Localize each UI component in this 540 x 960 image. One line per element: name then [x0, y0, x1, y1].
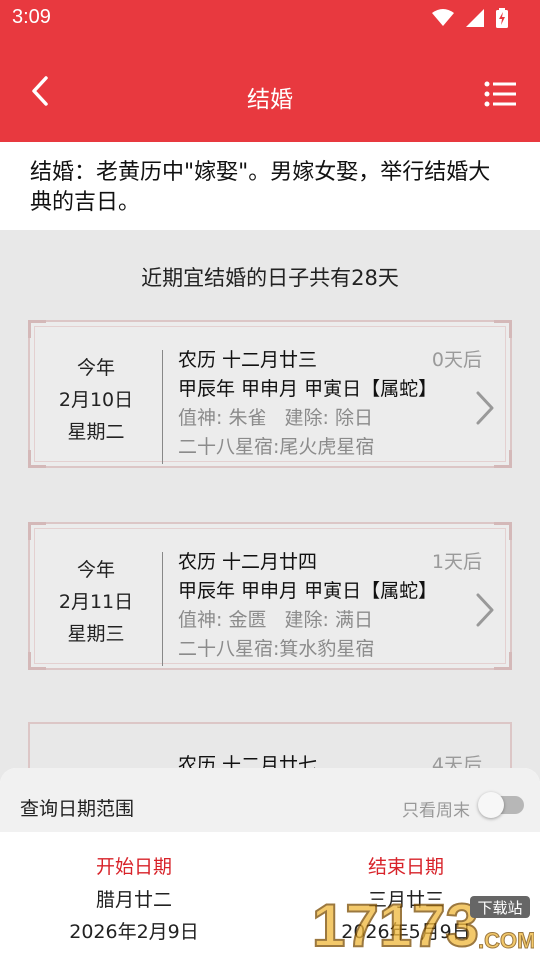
card-ganzhi: 甲辰年 甲申月 甲寅日【属蛇】 [178, 580, 438, 602]
card-corner-ornament [28, 450, 46, 468]
card-weekday: 星期二 [67, 421, 125, 443]
start-solar-date: 2026年2月9日 [69, 921, 199, 943]
app-bar: 结婚 [0, 36, 540, 142]
card-corner-ornament [28, 522, 46, 540]
card-weekday: 星期三 [67, 623, 125, 645]
wifi-icon [432, 9, 454, 26]
card-mansion: 二十八星宿:箕水豹星宿 [178, 638, 375, 660]
battery-icon [496, 8, 508, 28]
card-days-offset: 1天后 [431, 551, 482, 573]
weekend-only-toggle[interactable] [478, 792, 524, 818]
card-year: 今年 [76, 559, 115, 581]
description-text: 结婚：老黄历中"嫁娶"。男嫁女娶，举行结婚大典的吉日。 [0, 142, 540, 230]
card-date: 今年 2月10日 星期二 [30, 352, 162, 448]
card-duty-gods: 值神: 金匮 建除: 满日 [178, 609, 374, 631]
card-divider [162, 552, 163, 666]
date-range-label: 查询日期范围 [20, 798, 135, 820]
chevron-right-icon [476, 593, 494, 627]
card-corner-ornament [494, 522, 512, 540]
card-corner-ornament [28, 652, 46, 670]
card-mansion: 二十八星宿:尾火虎星宿 [178, 436, 375, 458]
watermark-digits: 17173 [312, 892, 479, 954]
signal-icon [466, 9, 484, 27]
card-corner-ornament [28, 320, 46, 338]
chevron-right-icon [476, 391, 494, 425]
card-duty-gods: 值神: 朱雀 建除: 除日 [178, 407, 374, 429]
card-corner-ornament [494, 450, 512, 468]
date-range-header: 查询日期范围 只看周末 [0, 768, 540, 832]
card-solar-date: 2月10日 [58, 389, 134, 411]
card-date: 今年 2月11日 星期三 [30, 554, 162, 650]
day-card[interactable]: 今年 2月11日 星期三 农历 十二月廿四 甲辰年 甲申月 甲寅日【属蛇】 值神… [28, 522, 512, 670]
toggle-knob [478, 792, 504, 818]
end-date-label: 结束日期 [367, 856, 444, 878]
page-title: 结婚 [247, 87, 293, 113]
card-corner-ornament [494, 652, 512, 670]
list-menu-icon[interactable] [484, 80, 516, 108]
start-date-picker[interactable]: 开始日期 腊月廿二 2026年2月9日 [34, 852, 234, 948]
card-corner-ornament [494, 320, 512, 338]
card-days-offset: 0天后 [431, 349, 482, 371]
day-card[interactable]: 今年 2月10日 星期二 农历 十二月廿三 甲辰年 甲申月 甲寅日【属蛇】 值神… [28, 320, 512, 468]
watermark-badge: 下载站 [477, 899, 522, 917]
auspicious-days-count: 近期宜结婚的日子共有28天 [141, 266, 399, 290]
card-ganzhi: 甲辰年 甲申月 甲寅日【属蛇】 [178, 378, 438, 400]
watermark-suffix: .COM [478, 928, 534, 953]
start-date-label: 开始日期 [95, 856, 172, 878]
status-icons [432, 8, 508, 28]
weekend-only-label: 只看周末 [402, 801, 470, 821]
status-bar: 3:09 [0, 0, 540, 36]
card-solar-date: 2月11日 [58, 591, 134, 613]
status-time: 3:09 [12, 6, 51, 28]
card-divider [162, 350, 163, 464]
card-year: 今年 [76, 357, 115, 379]
site-watermark-logo: 17173 下载站 .COM [311, 891, 534, 954]
start-lunar-date: 腊月廿二 [95, 889, 172, 911]
